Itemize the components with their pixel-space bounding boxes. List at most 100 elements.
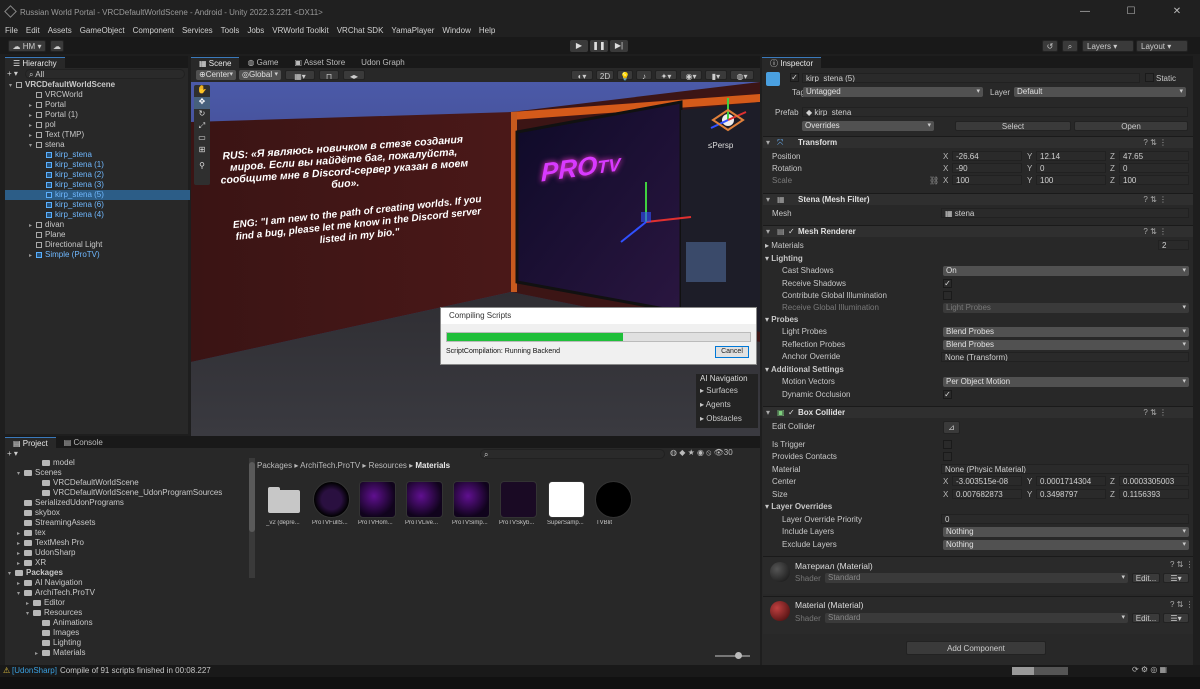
project-tree-item[interactable]: ▸ Editor [26, 598, 65, 608]
history-button[interactable]: ↺ [1042, 40, 1058, 52]
project-filter-icons[interactable]: ◍ ◆ ★ ◉ ⦸ 👁30 [670, 448, 733, 458]
motion-vectors-dropdown[interactable]: Per Object Motion [943, 377, 1189, 387]
project-tree-item[interactable]: model [35, 458, 75, 468]
tree-scrollbar[interactable] [249, 458, 255, 578]
material-0-shader-dropdown[interactable]: Standard [825, 573, 1128, 583]
menu-vrchat-sdk[interactable]: VRChat SDK [337, 26, 384, 35]
status-text[interactable]: Compile of 91 scripts finished in 00:08.… [60, 666, 211, 675]
hand-tool-icon[interactable]: ✋ [194, 85, 210, 97]
menu-vrworld-toolkit[interactable]: VRWorld Toolkit [272, 26, 328, 35]
tab-project[interactable]: ▤ Project [5, 437, 56, 448]
align-button[interactable]: ◂▸ [343, 70, 365, 81]
active-checkbox[interactable]: ✓ [790, 73, 799, 82]
hierarchy-item[interactable]: kirp_stena (5) [5, 190, 190, 200]
project-tree-item[interactable]: ▾ ArchiTech.ProTV [17, 588, 95, 598]
tab-udon-graph[interactable]: Udon Graph [353, 57, 413, 68]
protv-simple-material[interactable] [453, 481, 490, 518]
hierarchy-item[interactable]: VRCWorld [5, 90, 190, 100]
static-checkbox[interactable] [1145, 73, 1154, 82]
tab-asset-store[interactable]: ▣ Asset Store [286, 57, 353, 68]
menu-assets[interactable]: Assets [48, 26, 72, 35]
project-tree-item[interactable]: skybox [17, 508, 60, 518]
search-button[interactable]: ⌕ [1062, 40, 1078, 52]
reflection-probes-dropdown[interactable]: Blend Probes [943, 340, 1189, 350]
protv-full-material[interactable] [313, 481, 350, 518]
project-tree-item[interactable]: ▸ TextMesh Pro [17, 538, 84, 548]
size-z[interactable]: 0.1156393 [1119, 489, 1189, 499]
nav-agents[interactable]: ▸ Agents [696, 398, 758, 412]
open-button[interactable]: Open [1074, 121, 1188, 131]
material-1-edit-button[interactable]: Edit... [1132, 613, 1160, 623]
center-x[interactable]: -3.003515e-08 [952, 476, 1022, 486]
protv-home-material[interactable] [359, 481, 396, 518]
2d-toggle[interactable]: 2D [596, 70, 614, 81]
lighting-section[interactable]: ▾ Lighting [765, 253, 803, 265]
size-y[interactable]: 0.3498797 [1036, 489, 1106, 499]
project-tree-item[interactable]: SerializedUdonPrograms [17, 498, 124, 508]
space-dropdown[interactable]: ◎Global [239, 70, 281, 80]
project-tree-item[interactable]: ▾ Scenes [17, 468, 62, 478]
play-button[interactable]: ▶ [570, 40, 588, 52]
dynamic-occlusion-checkbox[interactable]: ✓ [943, 390, 952, 399]
tab-console[interactable]: ▤ Console [56, 437, 111, 448]
hierarchy-item[interactable]: kirp_stena [5, 150, 190, 160]
tvblit-material[interactable] [595, 481, 632, 518]
component-menu-icons[interactable]: ? ⇅ ⋮ [1143, 226, 1167, 238]
position-y[interactable]: 12.14 [1036, 151, 1106, 161]
gizmos-button[interactable]: ◍▾ [730, 70, 754, 81]
project-tree-item[interactable]: ▾ Resources [26, 608, 82, 618]
hierarchy-item[interactable]: ▸ Text (TMP) [5, 130, 190, 140]
tag-dropdown[interactable]: Untagged [803, 87, 983, 97]
project-tree-item[interactable]: ▸ AI Navigation [17, 578, 83, 588]
exclude-layers-dropdown[interactable]: Nothing [943, 540, 1189, 550]
cast-shadows-dropdown[interactable]: On [943, 266, 1189, 276]
overrides-dropdown[interactable]: Overrides [802, 121, 934, 131]
maximize-button[interactable]: ☐ [1108, 0, 1154, 24]
enabled-check-icon[interactable]: ✓ [788, 226, 795, 238]
foldout-arrow-icon[interactable]: ▾ [8, 569, 15, 579]
step-button[interactable]: ▶| [610, 40, 628, 52]
rotation-x[interactable]: -90 [952, 163, 1022, 173]
tab-hierarchy[interactable]: ☰ Hierarchy [5, 57, 65, 68]
additional-settings-section[interactable]: ▾ Additional Settings [765, 364, 844, 376]
hierarchy-item[interactable]: ▸ Portal (1) [5, 110, 190, 120]
layer-dropdown[interactable]: Default [1014, 87, 1186, 97]
project-search-input[interactable]: ⌕ [480, 449, 665, 459]
light-probes-dropdown[interactable]: Blend Probes [943, 327, 1189, 337]
object-name-field[interactable]: kirp_stena (5) [802, 73, 1140, 83]
material-0-menu-button[interactable]: ☰▾ [1163, 573, 1189, 583]
tab-game[interactable]: ◍ Game [239, 57, 286, 68]
hierarchy-item[interactable]: ▾ VRCDefaultWorldScene [5, 80, 190, 90]
menu-edit[interactable]: Edit [26, 26, 40, 35]
hierarchy-item[interactable]: kirp_stena (3) [5, 180, 190, 190]
mesh-renderer-header[interactable]: ▾ ▤ ✓ Mesh Renderer ? ⇅ ⋮ [763, 225, 1193, 237]
hierarchy-item[interactable]: ▸ Portal [5, 100, 190, 110]
menu-gameobject[interactable]: GameObject [80, 26, 125, 35]
breadcrumb-protv[interactable]: ArchiTech.ProTV [300, 461, 360, 470]
center-z[interactable]: 0.0003305003 [1119, 476, 1189, 486]
size-x[interactable]: 0.007682873 [952, 489, 1022, 499]
probes-section[interactable]: ▾ Probes [765, 314, 798, 326]
custom-tool-icon[interactable]: ⚲ [194, 161, 210, 173]
hierarchy-item[interactable]: kirp_stena (1) [5, 160, 190, 170]
hierarchy-item[interactable]: kirp_stena (6) [5, 200, 190, 210]
component-menu-icons[interactable]: ? ⇅ ⋮ [1143, 407, 1167, 419]
cancel-button[interactable]: Cancel [715, 346, 749, 358]
physic-material-field[interactable]: None (Physic Material) [941, 464, 1189, 474]
snap-increment-button[interactable]: ⊓ [319, 70, 339, 81]
mesh-field[interactable]: ▦ stena [941, 208, 1189, 218]
grid-snap-button[interactable]: ▦▾ [285, 70, 315, 81]
rotation-z[interactable]: 0 [1119, 163, 1189, 173]
menu-window[interactable]: Window [442, 26, 470, 35]
menu-component[interactable]: Component [133, 26, 174, 35]
component-menu-icons[interactable]: ? ⇅ ⋮ [1170, 600, 1194, 609]
add-component-button[interactable]: Add Component [906, 641, 1046, 655]
pause-button[interactable]: ❚❚ [590, 40, 608, 52]
menu-jobs[interactable]: Jobs [247, 26, 264, 35]
hierarchy-item[interactable]: ▸ divan [5, 220, 190, 230]
breadcrumb-packages[interactable]: Packages [257, 461, 292, 470]
receive-gi-dropdown[interactable]: Light Probes [943, 303, 1189, 313]
tab-inspector[interactable]: ⓘ Inspector [762, 57, 822, 68]
menu-tools[interactable]: Tools [221, 26, 240, 35]
material-1-menu-button[interactable]: ☰▾ [1163, 613, 1189, 623]
